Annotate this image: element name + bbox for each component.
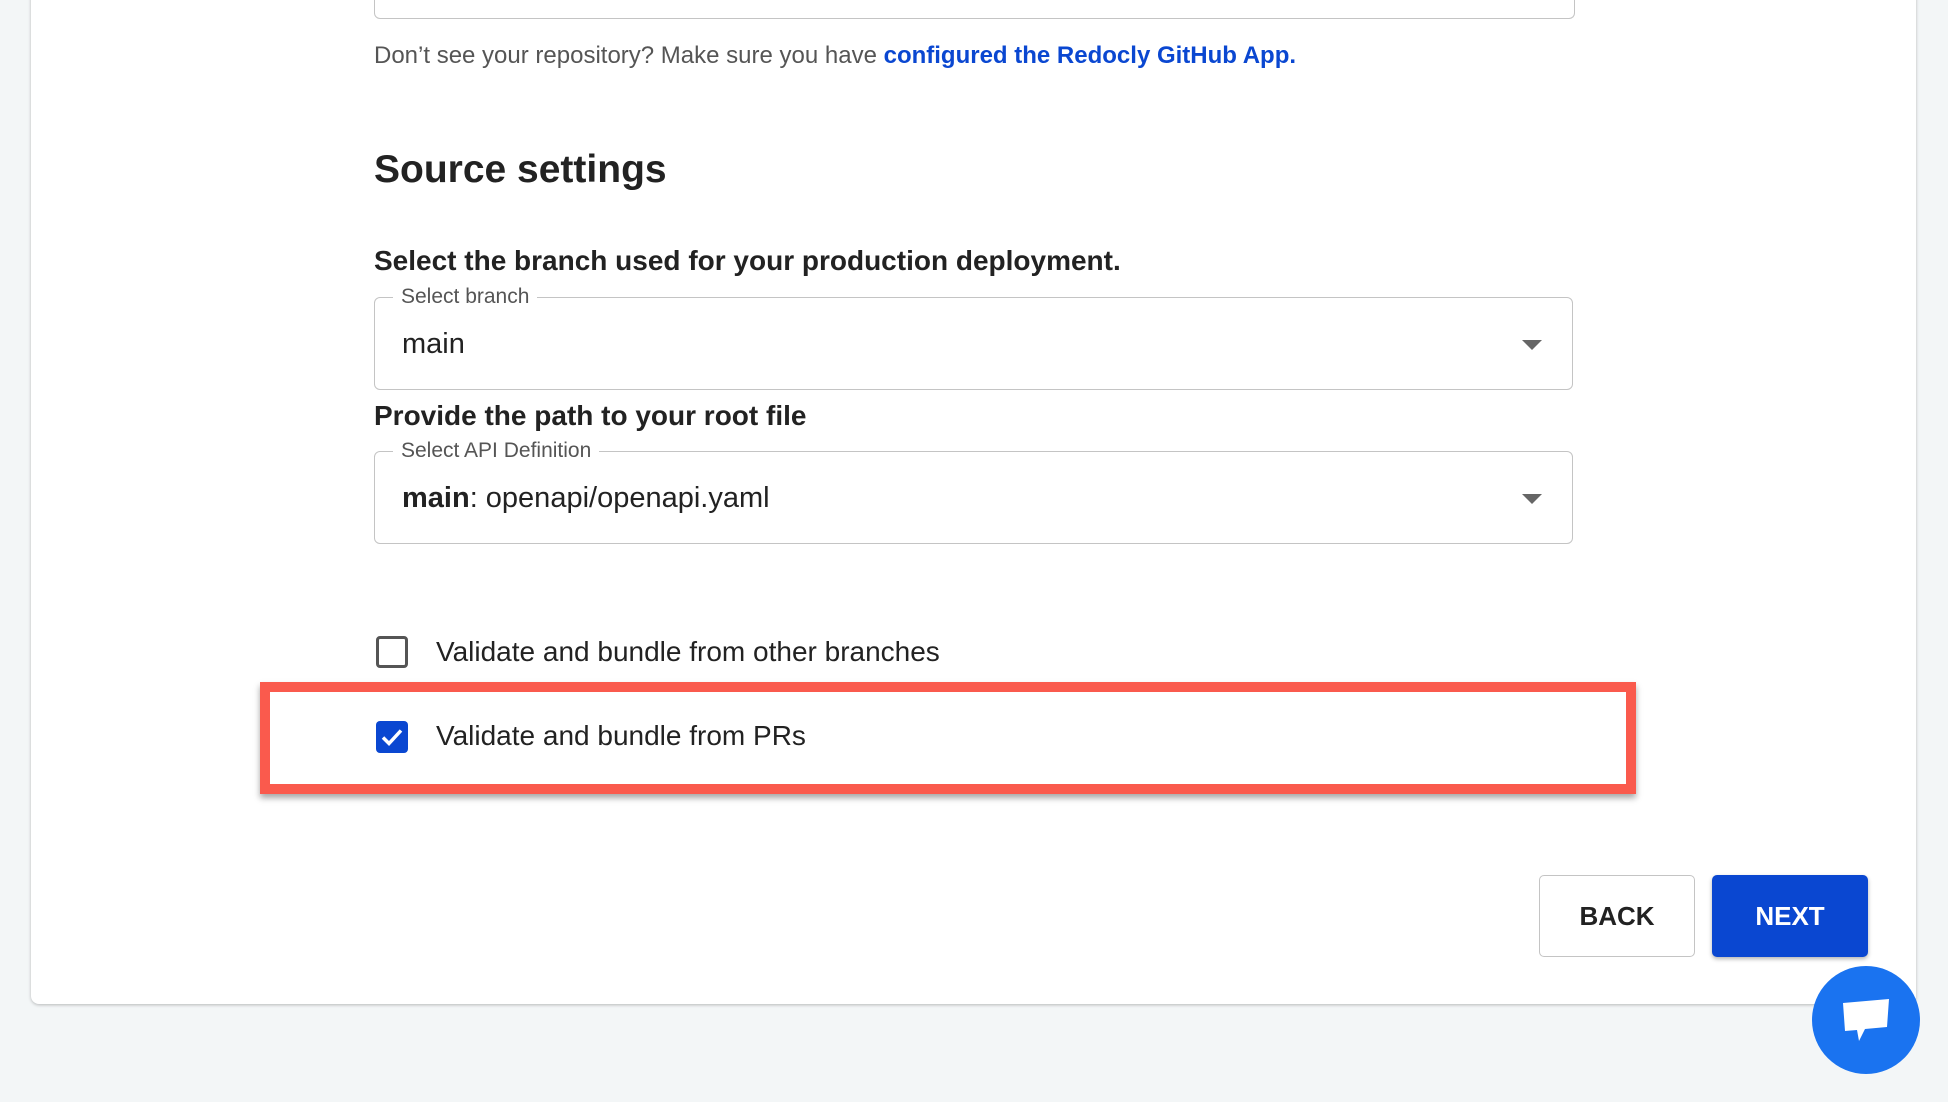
repository-select[interactable]: [374, 0, 1575, 19]
chat-button[interactable]: [1812, 966, 1920, 1074]
dropdown-arrow-icon: [1522, 340, 1542, 350]
back-button[interactable]: BACK: [1539, 875, 1695, 957]
other-branches-label[interactable]: Validate and bundle from other branches: [436, 636, 940, 668]
branch-select[interactable]: Select branch main: [374, 284, 1573, 390]
branch-prompt: Select the branch used for your producti…: [374, 245, 1121, 276]
next-button[interactable]: NEXT: [1712, 875, 1868, 957]
branch-select-label: Select branch: [393, 284, 538, 310]
branch-select-value: main: [402, 328, 465, 360]
configure-github-app-link[interactable]: configured the Redocly GitHub App.: [884, 42, 1296, 69]
other-branches-checkbox[interactable]: [376, 636, 408, 668]
chat-bubble-icon: [1843, 999, 1889, 1041]
prs-checkbox[interactable]: [376, 721, 408, 753]
root-file-prompt: Provide the path to your root file: [374, 400, 807, 431]
section-title: Source settings: [374, 148, 667, 191]
prs-label[interactable]: Validate and bundle from PRs: [436, 720, 806, 752]
api-definition-select-label: Select API Definition: [393, 438, 600, 464]
repository-help: Don’t see your repository? Make sure you…: [374, 42, 1296, 70]
checkmark-icon: [381, 729, 403, 747]
api-definition-path: : openapi/openapi.yaml: [469, 482, 770, 514]
api-definition-value: main: openapi/openapi.yaml: [402, 482, 770, 515]
help-text: Don’t see your repository? Make sure you…: [374, 42, 884, 69]
api-definition-select[interactable]: Select API Definition main: openapi/open…: [374, 438, 1573, 544]
api-definition-branch: main: [402, 482, 470, 514]
dropdown-arrow-icon: [1522, 494, 1542, 504]
